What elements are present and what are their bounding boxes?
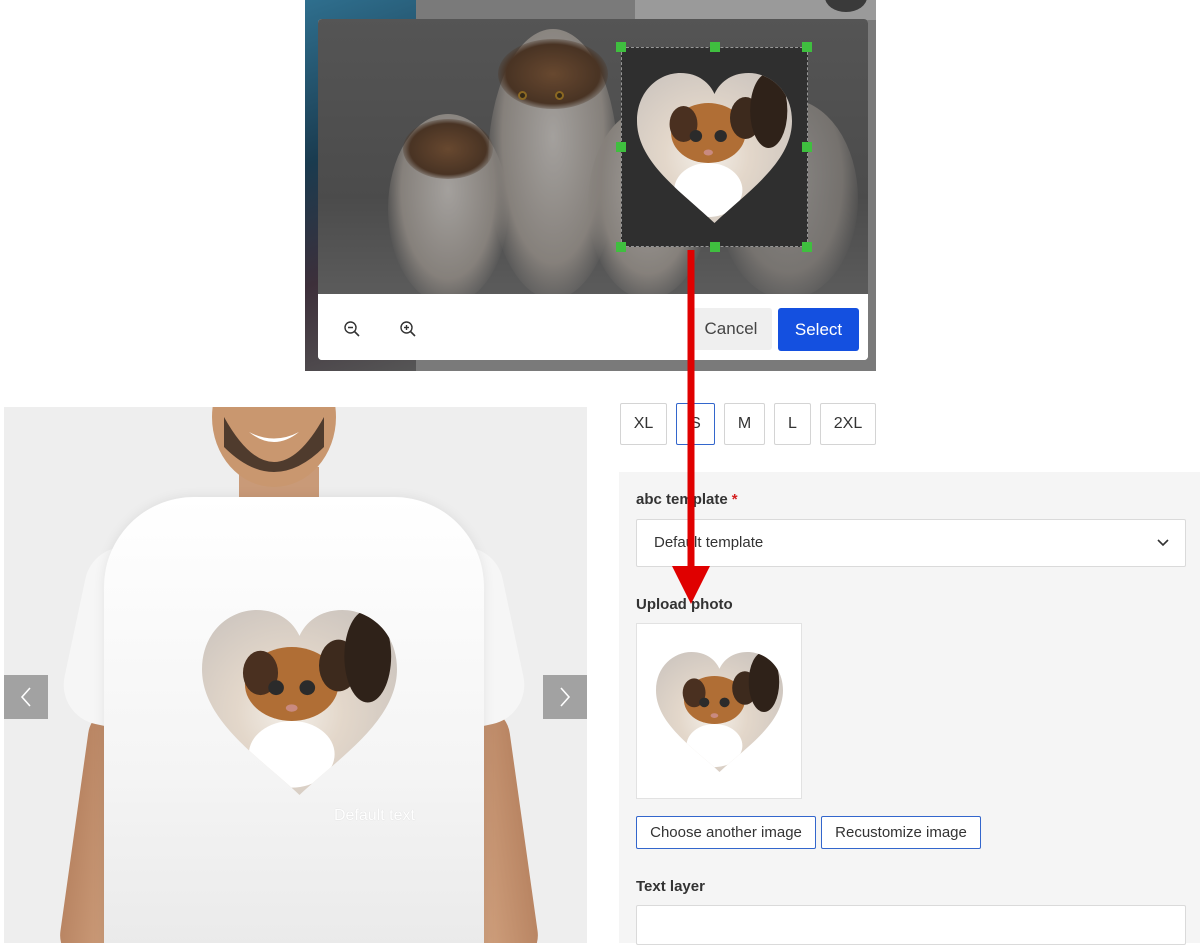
- chevron-down-icon: [1157, 539, 1169, 547]
- crop-modal-footer: Cancel Select: [318, 294, 868, 360]
- zoom-in-icon: [400, 321, 416, 337]
- crop-handle-bottom-right[interactable]: [802, 242, 812, 252]
- chevron-right-icon: [560, 687, 571, 707]
- size-option-xl[interactable]: XL: [620, 403, 667, 445]
- product-image-gallery: Default text: [4, 407, 587, 943]
- gallery-prev-button[interactable]: [4, 675, 48, 719]
- crop-canvas[interactable]: [318, 19, 868, 294]
- required-mark: *: [731, 491, 738, 508]
- personalization-panel: abc template * Default template Upload ph…: [619, 472, 1200, 945]
- model-face: [212, 407, 336, 487]
- size-option-m[interactable]: M: [724, 403, 765, 445]
- crop-modal: Cancel Select: [318, 19, 868, 360]
- uploaded-heart-image: [656, 652, 783, 772]
- upload-photo-label: Upload photo: [636, 596, 733, 613]
- crop-handle-top-right[interactable]: [802, 42, 812, 52]
- template-select[interactable]: Default template: [636, 519, 1186, 567]
- uploaded-photo-preview: [636, 623, 802, 799]
- size-option-s[interactable]: S: [676, 403, 715, 445]
- zoom-out-icon: [344, 321, 360, 337]
- gallery-next-button[interactable]: [543, 675, 587, 719]
- crop-handle-bottom[interactable]: [710, 242, 720, 252]
- size-option-l[interactable]: L: [774, 403, 811, 445]
- tshirt-print-text: Default text: [334, 807, 415, 824]
- select-button[interactable]: Select: [778, 308, 859, 351]
- text-layer-input[interactable]: [636, 905, 1186, 945]
- chevron-left-icon: [20, 687, 31, 707]
- crop-handle-bottom-left[interactable]: [616, 242, 626, 252]
- crop-selection-box[interactable]: [616, 42, 812, 252]
- template-label-text: abc template: [636, 491, 728, 508]
- template-select-value: Default template: [654, 534, 764, 551]
- template-label: abc template *: [636, 491, 738, 508]
- tshirt-print-heart: [202, 610, 397, 795]
- crop-handle-top[interactable]: [710, 42, 720, 52]
- zoom-in-button[interactable]: [394, 315, 422, 343]
- cancel-button[interactable]: Cancel: [690, 308, 772, 350]
- crop-handle-right[interactable]: [802, 142, 812, 152]
- size-option-2xl[interactable]: 2XL: [820, 403, 876, 445]
- crop-handle-top-left[interactable]: [616, 42, 626, 52]
- crop-handle-left[interactable]: [616, 142, 626, 152]
- choose-another-image-button[interactable]: Choose another image: [636, 816, 816, 849]
- text-layer-label: Text layer: [636, 878, 705, 895]
- heart-crop-preview: [637, 73, 792, 223]
- recustomize-image-button[interactable]: Recustomize image: [821, 816, 981, 849]
- zoom-out-button[interactable]: [338, 315, 366, 343]
